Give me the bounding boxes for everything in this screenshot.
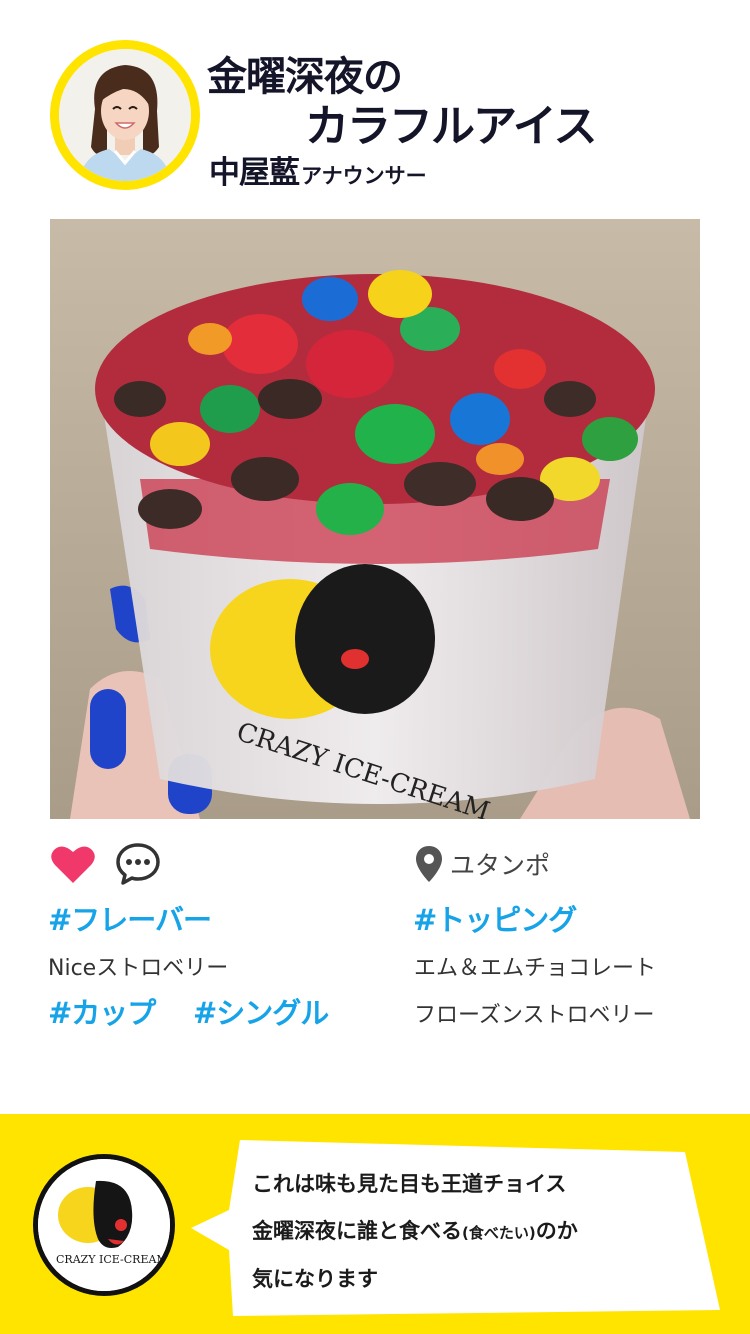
comment-line-2-small: (食べたい)	[462, 1224, 536, 1242]
announcer-avatar-ring	[50, 40, 200, 190]
comment-line-2-main: 金曜深夜に誰と食べる	[252, 1219, 462, 1243]
comment-line-1: これは味も見た目も王道チョイス	[252, 1172, 567, 1196]
comment-line-2: 金曜深夜に誰と食べる(食べたい)のか	[252, 1215, 578, 1245]
author-credit: 中屋藍アナウンサー	[209, 147, 427, 192]
heart-icon	[51, 846, 95, 883]
like-button[interactable]	[50, 843, 96, 885]
announcer-portrait-image	[59, 49, 191, 181]
tag-single[interactable]: #シングル	[193, 990, 329, 1032]
comment-line-2-end: のか	[535, 1219, 578, 1243]
logo-text: CRAZY ICE-CREAM	[56, 1253, 168, 1266]
shop-logo-badge: CRAZY ICE-CREAM	[33, 1154, 175, 1296]
tag-cup[interactable]: #カップ	[48, 990, 156, 1032]
page-title-line-2: カラフルアイス	[305, 101, 597, 152]
location-pin	[415, 845, 443, 883]
comment-icon	[116, 843, 160, 885]
topping-item: フローズンストロベリー	[414, 1003, 655, 1028]
author-name: 中屋藍	[209, 155, 300, 191]
announcer-avatar	[59, 49, 191, 181]
flavor-value: Niceストロベリー	[48, 956, 229, 981]
tag-flavor[interactable]: #フレーバー	[48, 897, 212, 939]
comment-line-3: 気になります	[252, 1267, 378, 1291]
ice-cream-cup-image: CRAZY ICE-CREAM	[50, 219, 700, 819]
location-name[interactable]: ユタンポ	[450, 846, 550, 882]
map-pin-icon	[416, 846, 442, 882]
ice-cream-photo: CRAZY ICE-CREAM	[50, 219, 700, 819]
comment-button[interactable]	[115, 841, 161, 887]
tag-topping[interactable]: #トッピング	[413, 897, 577, 939]
author-role: アナウンサー	[301, 164, 427, 188]
topping-item: エム＆エムチョコレート	[414, 956, 657, 981]
crazy-ice-cream-logo: CRAZY ICE-CREAM	[38, 1159, 170, 1291]
